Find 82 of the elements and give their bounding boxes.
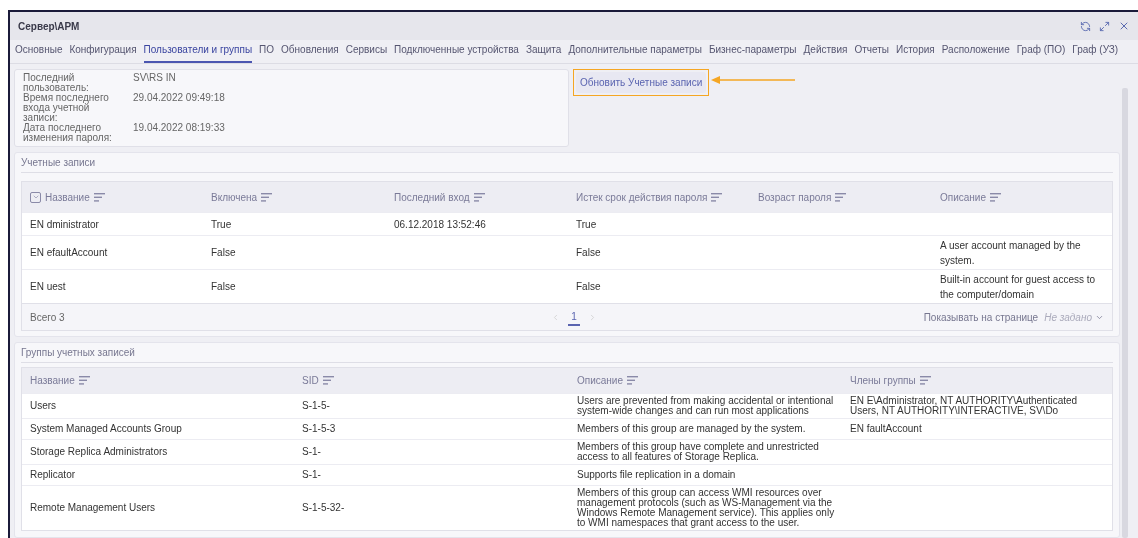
column-header: Название: [45, 190, 90, 205]
table-cell: A user account managed by the system.: [940, 239, 1081, 266]
refresh-icon[interactable]: [1080, 20, 1091, 32]
info-value: 29.04.2022 09:49:18: [133, 93, 226, 105]
tab[interactable]: Отчеты: [854, 42, 889, 63]
info-label: Последний пользователь:: [23, 73, 90, 93]
section-title: Группы учетных записей: [21, 343, 1113, 363]
table-cell: False: [576, 247, 601, 258]
tab[interactable]: Подключенные устройства: [394, 42, 519, 63]
tab[interactable]: Дополнительные параметры: [568, 42, 702, 63]
info-value: SV\RS IN: [133, 73, 177, 85]
column-header: Члены группы: [850, 374, 916, 388]
tab[interactable]: История: [895, 42, 935, 63]
tab[interactable]: Защита: [525, 42, 562, 63]
info-value: 19.04.2022 08:19:33: [133, 123, 226, 135]
table-cell: EN faultAccount: [850, 423, 922, 434]
tab[interactable]: Основные: [15, 42, 63, 63]
sort-icon[interactable]: [990, 192, 1002, 202]
tab[interactable]: Расположение: [941, 42, 1010, 63]
tab[interactable]: Граф (ПО): [1016, 42, 1066, 63]
column-header: Описание: [940, 190, 986, 205]
sort-icon[interactable]: [835, 192, 848, 202]
column-header: SID: [302, 374, 319, 388]
table-cell: S-1-5-: [302, 400, 330, 411]
table-cell: False: [211, 247, 236, 258]
table-cell: EN dministrator: [30, 218, 99, 230]
table-cell: EN efaultAccount: [30, 247, 108, 258]
table-cell: True: [576, 218, 597, 230]
tab[interactable]: ПО: [259, 42, 275, 63]
table-cell: Members of this group are managed by the system.: [577, 423, 806, 434]
sort-icon[interactable]: [261, 192, 274, 202]
table-cell: Remote Management Users: [30, 502, 156, 513]
table-cell: Members of this group have complete and unrestricted access to all features of Storage Replica.: [577, 441, 819, 462]
info-label: Дата последнего изменения пароля:: [23, 123, 113, 143]
sort-icon[interactable]: [919, 376, 932, 385]
info-label: Время последнего входа учетной записи:: [23, 93, 110, 123]
per-page-label: Показывать на странице: [923, 310, 1039, 325]
sort-icon[interactable]: [627, 376, 639, 385]
table-cell: Users: [30, 400, 57, 411]
column-header: Название: [30, 374, 75, 388]
tab[interactable]: Бизнес-параметры: [708, 42, 797, 63]
page-number[interactable]: 1: [568, 308, 580, 326]
column-header: Включена: [211, 190, 258, 205]
table-cell: Members of this group can access WMI resources over management protocols (such as WS-Management via the Windows Remote Management service). This applies only to WMI namespaces that grant access to the user.: [577, 487, 835, 528]
sort-icon[interactable]: [711, 192, 724, 202]
table-cell: False: [211, 281, 236, 292]
table-cell: True: [211, 218, 232, 230]
section-title: Учетные записи: [21, 153, 1113, 173]
sort-icon[interactable]: [93, 192, 106, 202]
table-cell: EN E\Administrator, NT AUTHORITY\Authenticated Users, NT AUTHORITY\INTERACTIVE, SV\Do: [850, 395, 1078, 416]
expand-icon[interactable]: [30, 191, 41, 203]
column-header: Истек срок действия пароля: [576, 190, 708, 205]
table-cell: Replicator: [30, 469, 76, 480]
column-header: Описание: [577, 374, 623, 388]
sort-icon[interactable]: [322, 376, 335, 385]
sort-icon[interactable]: [473, 192, 486, 202]
close-icon[interactable]: [1118, 20, 1130, 32]
table-cell: S-1-: [302, 446, 321, 457]
tab[interactable]: Граф (УЗ): [1072, 42, 1119, 63]
table-cell: 06.12.2018 13:52:46: [394, 218, 486, 230]
table-cell: EN uest: [30, 281, 66, 292]
tab[interactable]: Конфигурация: [69, 42, 137, 63]
tab[interactable]: Пользователи и группы: [143, 42, 253, 63]
total-count: Всего 3: [30, 310, 65, 325]
column-header: Возраст пароля: [758, 190, 832, 205]
table-cell: S-1-5-3: [302, 423, 336, 434]
tab[interactable]: Действия: [803, 42, 848, 63]
table-cell: Users are prevented from making accidental or intentional system-wide changes and can run most applications: [577, 395, 834, 416]
refresh-accounts-button[interactable]: Обновить Учетные записи: [576, 72, 707, 93]
table-cell: S-1-5-32-: [302, 502, 345, 513]
expand-icon[interactable]: [1099, 20, 1110, 32]
table-cell: S-1-: [302, 469, 321, 480]
window-title: Сервер\АРМ: [18, 19, 80, 34]
column-header: Последний вход: [394, 190, 470, 205]
table-cell: System Managed Accounts Group: [30, 423, 182, 434]
table-cell: False: [576, 281, 601, 292]
tab[interactable]: Сервисы: [345, 42, 388, 63]
tab[interactable]: Обновления: [281, 42, 339, 63]
table-cell: Storage Replica Administrators: [30, 446, 168, 457]
table-cell: Built-in account for guest access to the computer/domain: [940, 273, 1096, 300]
sort-icon[interactable]: [78, 376, 91, 385]
table-cell: Supports file replication in a domain: [577, 469, 736, 480]
